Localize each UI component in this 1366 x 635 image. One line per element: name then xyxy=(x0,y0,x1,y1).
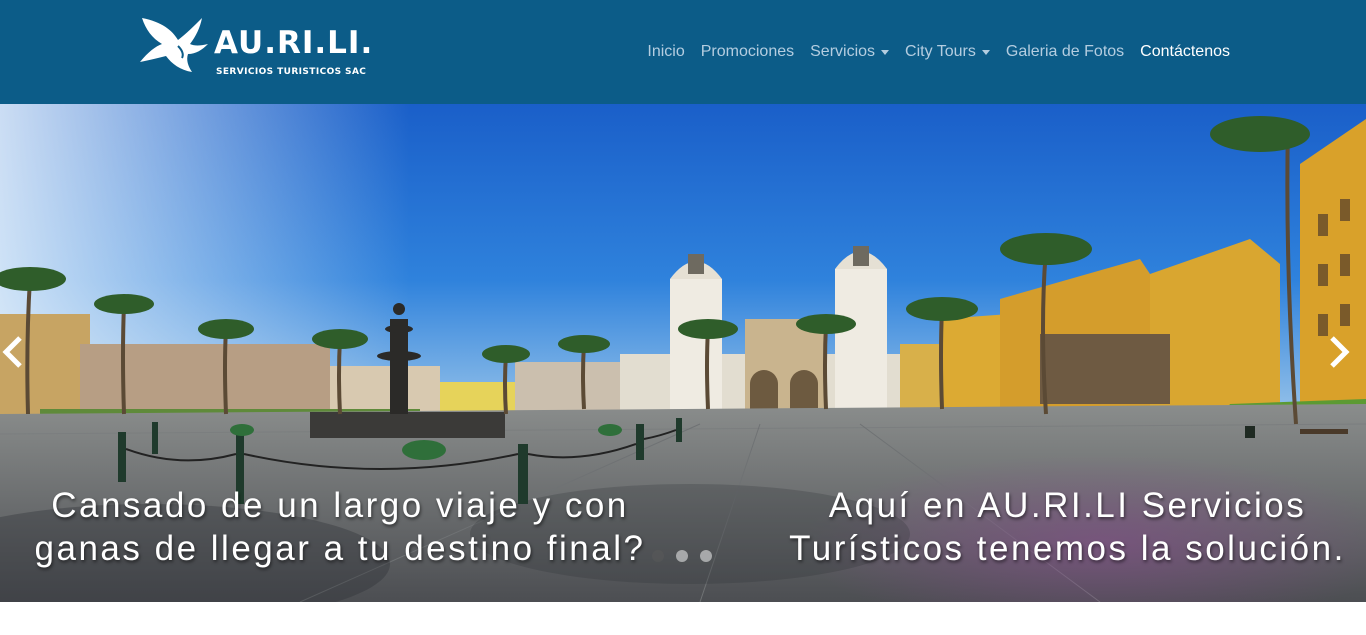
nav-label: Promociones xyxy=(700,43,795,60)
carousel-next-button[interactable] xyxy=(1326,334,1352,375)
nav-item-galeria-de-fotos[interactable]: Galeria de Fotos xyxy=(1006,40,1124,64)
carousel-indicator-1[interactable] xyxy=(652,550,664,562)
nav-label: Contáctenos xyxy=(1140,43,1230,60)
main-nav: Inicio Promociones Servicios City Tours … xyxy=(631,40,1230,64)
caption-left: Cansado de un largo viaje y con ganas de… xyxy=(34,486,646,568)
nav-label: City Tours xyxy=(905,43,976,60)
chevron-left-icon xyxy=(2,336,22,368)
bird-logo-icon xyxy=(140,18,208,72)
carousel-prev-button[interactable] xyxy=(0,334,26,375)
nav-item-city-tours[interactable]: City Tours xyxy=(905,40,990,64)
carousel-indicator-2[interactable] xyxy=(676,550,688,562)
nav-item-promociones[interactable]: Promociones xyxy=(701,40,794,64)
nav-item-inicio[interactable]: Inicio xyxy=(647,40,684,64)
nav-item-contactenos[interactable]: Contáctenos xyxy=(1140,40,1230,64)
nav-label: Galeria de Fotos xyxy=(1005,43,1125,60)
nav-label: Inicio xyxy=(647,43,685,60)
logo-name: AU.RI.LI. xyxy=(214,25,374,61)
hero-carousel: Cansado de un largo viaje y con ganas de… xyxy=(0,104,1366,602)
caret-down-icon xyxy=(881,49,890,55)
nav-label: Servicios xyxy=(810,43,876,60)
top-navbar: AU.RI.LI. SERVICIOS TURISTICOS SAC Inici… xyxy=(0,0,1366,104)
chevron-right-icon xyxy=(1330,336,1350,368)
brand-logo[interactable]: AU.RI.LI. SERVICIOS TURISTICOS SAC xyxy=(138,16,378,80)
logo-subtitle: SERVICIOS TURISTICOS SAC xyxy=(216,67,367,77)
carousel-indicator-3[interactable] xyxy=(700,550,712,562)
caption-right: Aquí en AU.RI.LI Servicios Turísticos te… xyxy=(789,486,1346,568)
caret-down-icon xyxy=(981,49,990,55)
nav-item-servicios[interactable]: Servicios xyxy=(810,40,890,64)
carousel-indicators xyxy=(652,550,724,562)
